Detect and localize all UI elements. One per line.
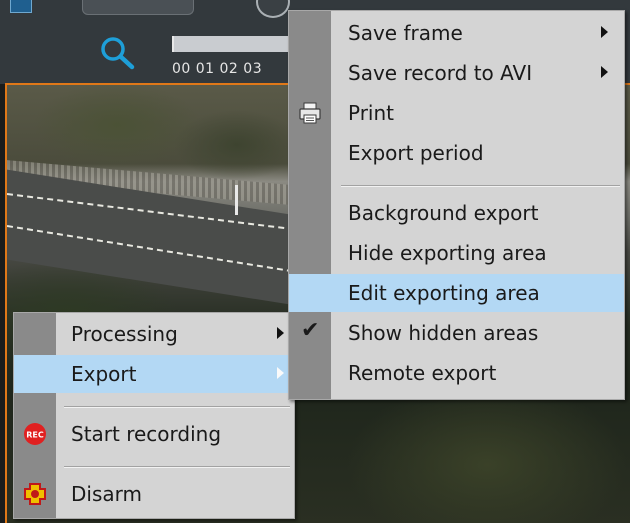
menu-item-label: Save frame <box>348 21 463 45</box>
menu-item-label: Remote export <box>348 361 497 385</box>
submenu-arrow-icon <box>277 327 284 339</box>
menu-item-disarm[interactable]: Disarm <box>14 475 294 513</box>
menu-item-label: Print <box>348 101 395 125</box>
search-button[interactable] <box>96 33 140 73</box>
video-scene-post <box>235 185 238 215</box>
menu-item-label: Hide exporting area <box>348 241 547 265</box>
menu-item-show-hidden-areas[interactable]: ✔ Show hidden areas <box>289 314 624 352</box>
menu-item-label: Edit exporting area <box>348 281 540 305</box>
menu-item-start-recording[interactable]: REC Start recording <box>14 415 294 453</box>
menu-item-hide-exporting-area[interactable]: Hide exporting area <box>289 234 624 272</box>
menu-item-background-export[interactable]: Background export <box>289 194 624 232</box>
toolbar-square-button[interactable] <box>10 0 32 13</box>
menu-item-label: Processing <box>71 322 178 346</box>
submenu-arrow-icon <box>277 367 284 379</box>
printer-icon <box>297 100 323 126</box>
timeline[interactable]: 00 01 02 03 <box>172 36 290 77</box>
toolbar-round-button[interactable] <box>256 0 290 18</box>
menu-item-label: Save record to AVI <box>348 61 533 85</box>
menu-item-label: Show hidden areas <box>348 321 539 345</box>
menu-separator <box>64 466 290 468</box>
submenu-arrow-icon <box>601 26 608 38</box>
menu-item-export-period[interactable]: Export period <box>289 134 624 172</box>
menu-item-print[interactable]: Print <box>289 94 624 132</box>
timeline-bar[interactable] <box>172 36 290 52</box>
timeline-hour-labels: 00 01 02 03 <box>172 61 263 77</box>
disarm-icon <box>22 481 48 507</box>
submenu-arrow-icon <box>601 66 608 78</box>
checkmark-icon: ✔ <box>301 318 320 343</box>
toolbar-pill-button[interactable] <box>82 0 194 15</box>
record-icon: REC <box>22 421 48 447</box>
menu-separator <box>64 406 290 408</box>
search-icon <box>101 37 135 70</box>
menu-item-label: Export period <box>348 141 484 165</box>
svg-text:REC: REC <box>26 431 44 440</box>
export-submenu: Save frame Save record to AVI Print Expo… <box>288 10 625 400</box>
menu-item-export[interactable]: Export <box>14 355 294 393</box>
menu-item-edit-exporting-area[interactable]: Edit exporting area <box>289 274 624 312</box>
menu-item-label: Background export <box>348 201 539 225</box>
menu-item-label: Export <box>71 362 137 386</box>
camera-context-menu: Processing Export REC Start recording Di… <box>13 312 295 519</box>
menu-item-processing[interactable]: Processing <box>14 315 294 353</box>
menu-item-save-record-to-avi[interactable]: Save record to AVI <box>289 54 624 92</box>
menu-item-label: Disarm <box>71 482 142 506</box>
menu-item-save-frame[interactable]: Save frame <box>289 14 624 52</box>
menu-item-label: Start recording <box>71 422 222 446</box>
menu-separator <box>341 185 620 187</box>
menu-item-remote-export[interactable]: Remote export <box>289 354 624 392</box>
